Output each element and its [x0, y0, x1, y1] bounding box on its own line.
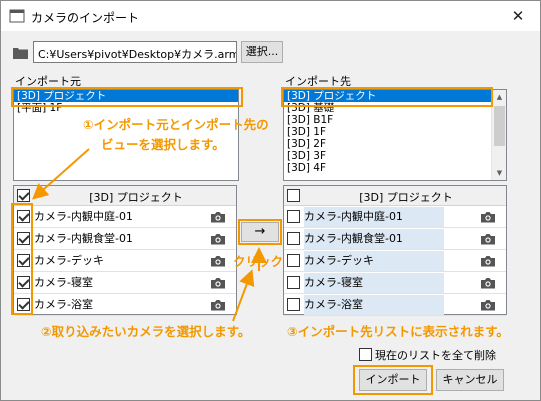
list-item[interactable]: [3D] B1F	[284, 114, 506, 126]
scroll-up-icon[interactable]: ▲	[492, 90, 506, 104]
row-checkbox[interactable]	[17, 210, 30, 223]
browse-button[interactable]: 選択...	[241, 41, 283, 63]
table-row[interactable]: カメラ-寝室	[284, 272, 506, 294]
list-item[interactable]: [3D] プロジェクト	[14, 90, 238, 102]
annotation-click: クリック	[233, 254, 284, 269]
annotation-step1: ①インポート元とインポート先の	[83, 117, 269, 132]
table-row[interactable]: カメラ-内観中庭-01	[14, 206, 236, 228]
table-row[interactable]: カメラ-寝室	[14, 272, 236, 294]
table-row[interactable]: カメラ-浴室	[284, 294, 506, 316]
annotation-step3: ③インポート先リストに表示されます。	[287, 324, 509, 339]
select-all-checkbox[interactable]	[287, 189, 300, 202]
grid-header: [3D] プロジェクト	[284, 186, 506, 206]
camera-name: カメラ-デッキ	[34, 254, 104, 267]
row-checkbox[interactable]	[17, 254, 30, 267]
select-all-checkbox[interactable]	[17, 189, 30, 202]
camera-icon	[211, 256, 225, 267]
table-row[interactable]: カメラ-デッキ	[14, 250, 236, 272]
title-bar: カメラのインポート ✕	[1, 1, 540, 31]
camera-icon	[211, 300, 225, 311]
camera-icon	[481, 300, 495, 311]
transfer-button[interactable]: →	[241, 222, 279, 242]
table-row[interactable]: カメラ-内観食堂-01	[14, 228, 236, 250]
list-item[interactable]: [3D] 基礎	[284, 102, 506, 114]
list-item[interactable]: [3D] 2F	[284, 138, 506, 150]
table-row[interactable]: カメラ-内観食堂-01	[284, 228, 506, 250]
annotation-step1-line2: ビューを選択します。	[101, 137, 225, 152]
camera-name: カメラ-寝室	[304, 276, 363, 289]
clear-all-label: 現在のリストを全て削除	[375, 349, 496, 362]
annotation-step2: ②取り込みたいカメラを選択します。	[41, 324, 251, 339]
app-icon	[9, 9, 25, 23]
camera-name: カメラ-浴室	[304, 298, 363, 311]
import-button[interactable]: インポート	[359, 369, 427, 391]
row-checkbox[interactable]	[17, 276, 30, 289]
camera-name: カメラ-内観食堂-01	[304, 232, 403, 245]
list-item[interactable]: [3D] 1F	[284, 126, 506, 138]
row-checkbox[interactable]	[287, 210, 300, 223]
list-scrollbar[interactable]: ▲ ▼	[491, 90, 506, 180]
camera-icon	[211, 234, 225, 245]
list-item[interactable]: [3D] 3F	[284, 150, 506, 162]
source-label: インポート元	[15, 75, 81, 88]
source-camera-grid: [3D] プロジェクト カメラ-内観中庭-01 カメラ-内観食堂-01 カメラ-…	[13, 185, 237, 316]
grid-header: [3D] プロジェクト	[14, 186, 236, 206]
clear-all-checkbox[interactable]	[359, 348, 372, 361]
camera-icon	[211, 212, 225, 223]
scroll-down-icon[interactable]: ▼	[492, 166, 506, 180]
destination-label: インポート先	[285, 75, 351, 88]
row-checkbox[interactable]	[287, 298, 300, 311]
window-title: カメラのインポート	[31, 11, 140, 25]
row-checkbox[interactable]	[287, 232, 300, 245]
camera-name: カメラ-内観中庭-01	[304, 210, 403, 223]
camera-icon	[481, 234, 495, 245]
list-item[interactable]: [3D] 4F	[284, 162, 506, 174]
import-camera-dialog: カメラのインポート ✕ C:¥Users¥pivot¥Desktop¥カメラ.a…	[0, 0, 541, 401]
table-row[interactable]: カメラ-内観中庭-01	[284, 206, 506, 228]
destination-camera-grid: [3D] プロジェクト カメラ-内観中庭-01 カメラ-内観食堂-01 カメラ-…	[283, 185, 507, 316]
row-checkbox[interactable]	[17, 298, 30, 311]
camera-icon	[481, 212, 495, 223]
camera-icon	[211, 278, 225, 289]
camera-name: カメラ-寝室	[34, 276, 93, 289]
folder-icon	[13, 48, 28, 59]
camera-name: カメラ-内観食堂-01	[34, 232, 133, 245]
list-item[interactable]: [3D] プロジェクト	[284, 90, 491, 102]
table-row[interactable]: カメラ-デッキ	[284, 250, 506, 272]
camera-name: カメラ-浴室	[34, 298, 93, 311]
camera-name: カメラ-デッキ	[304, 254, 374, 267]
camera-icon	[481, 256, 495, 267]
grid-header-title: [3D] プロジェクト	[89, 191, 183, 204]
close-button[interactable]: ✕	[496, 1, 540, 31]
table-row[interactable]: カメラ-浴室	[14, 294, 236, 316]
destination-view-list[interactable]: [3D] プロジェクト [3D] 基礎 [3D] B1F [3D] 1F [3D…	[283, 89, 507, 181]
camera-name: カメラ-内観中庭-01	[34, 210, 133, 223]
row-checkbox[interactable]	[17, 232, 30, 245]
grid-header-title: [3D] プロジェクト	[359, 191, 453, 204]
file-path-field[interactable]: C:¥Users¥pivot¥Desktop¥カメラ.armz	[33, 41, 237, 63]
row-checkbox[interactable]	[287, 276, 300, 289]
camera-icon	[481, 278, 495, 289]
cancel-button[interactable]: キャンセル	[436, 369, 504, 391]
row-checkbox[interactable]	[287, 254, 300, 267]
list-item[interactable]: [平面] 1F	[14, 102, 238, 114]
scroll-thumb[interactable]	[494, 106, 505, 146]
